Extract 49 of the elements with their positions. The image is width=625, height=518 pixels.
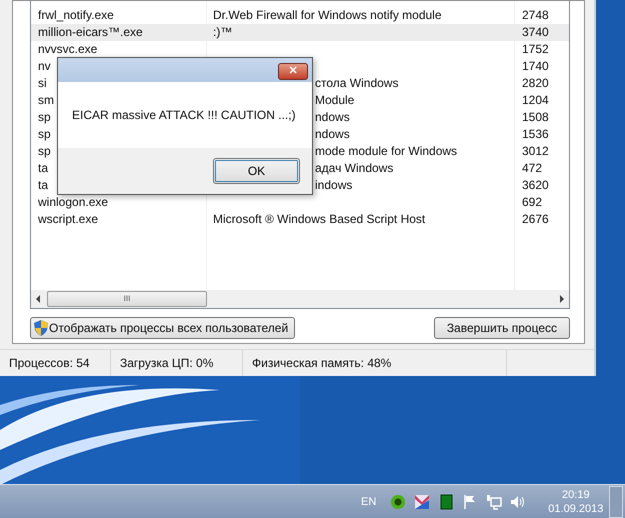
- horizontal-scrollbar[interactable]: III: [31, 290, 569, 308]
- process-pid: 1740: [522, 59, 549, 73]
- dialog-message: EICAR massive ATTACK !!! CAUTION ...;): [72, 108, 296, 122]
- process-name: nv: [38, 59, 51, 73]
- process-pid: 2676: [522, 212, 549, 226]
- process-description: адач Windows: [315, 161, 394, 175]
- process-name: ta: [38, 178, 48, 192]
- process-name: sm: [38, 93, 54, 107]
- clock-time: 20:19: [562, 488, 590, 502]
- process-pid: 3620: [522, 178, 549, 192]
- selected-row[interactable]: million-eicars™.exe :)™ 3740: [31, 24, 569, 41]
- process-description: :)™: [213, 25, 232, 39]
- process-name: sp: [38, 110, 51, 124]
- show-all-processes-button[interactable]: Отображать процессы всех пользователей: [30, 317, 296, 339]
- process-pid: 472: [522, 161, 542, 175]
- process-name: sp: [38, 144, 51, 158]
- process-name: sp: [38, 127, 51, 141]
- process-pid: 3012: [522, 144, 549, 158]
- process-name: si: [38, 76, 47, 90]
- process-description: ndows: [315, 110, 350, 124]
- process-description: mode module for Windows: [315, 144, 458, 158]
- process-pid: 3740: [522, 25, 549, 39]
- process-description: Microsoft ® Windows Based Script Host: [213, 212, 426, 226]
- process-description: indows: [315, 178, 352, 192]
- process-name: wscript.exe: [38, 212, 98, 226]
- process-description: ndows: [315, 127, 350, 141]
- process-pid: 1508: [522, 110, 549, 124]
- process-pid: 692: [522, 195, 542, 209]
- clock-date: 01.09.2013: [548, 502, 604, 516]
- process-name: million-eicars™.exe: [38, 25, 143, 39]
- status-text: Физическая память: 48%: [252, 356, 392, 370]
- status-text: Процессов: 54: [9, 356, 90, 370]
- scroll-thumb[interactable]: III: [47, 291, 207, 307]
- process-description: Module: [315, 93, 354, 107]
- process-pid: 2820: [522, 76, 549, 90]
- process-name: frwl_notify.exe: [38, 8, 114, 22]
- ok-button[interactable]: OK: [213, 158, 300, 184]
- process-pid: 1204: [522, 93, 549, 107]
- process-pid: 2748: [522, 8, 549, 22]
- process-description: Dr.Web Firewall for Windows notify module: [213, 8, 442, 22]
- process-name: ta: [38, 161, 48, 175]
- process-description: стола Windows: [315, 76, 398, 90]
- end-process-button[interactable]: Завершить процесс: [434, 317, 570, 339]
- process-name: winlogon.exe: [38, 195, 108, 209]
- status-text: Загрузка ЦП: 0%: [120, 356, 214, 370]
- process-pid: 1752: [522, 42, 549, 56]
- process-pid: 1536: [522, 127, 549, 141]
- process-name: nvvsvc.exe: [38, 42, 98, 56]
- close-button[interactable]: ✕: [278, 63, 308, 80]
